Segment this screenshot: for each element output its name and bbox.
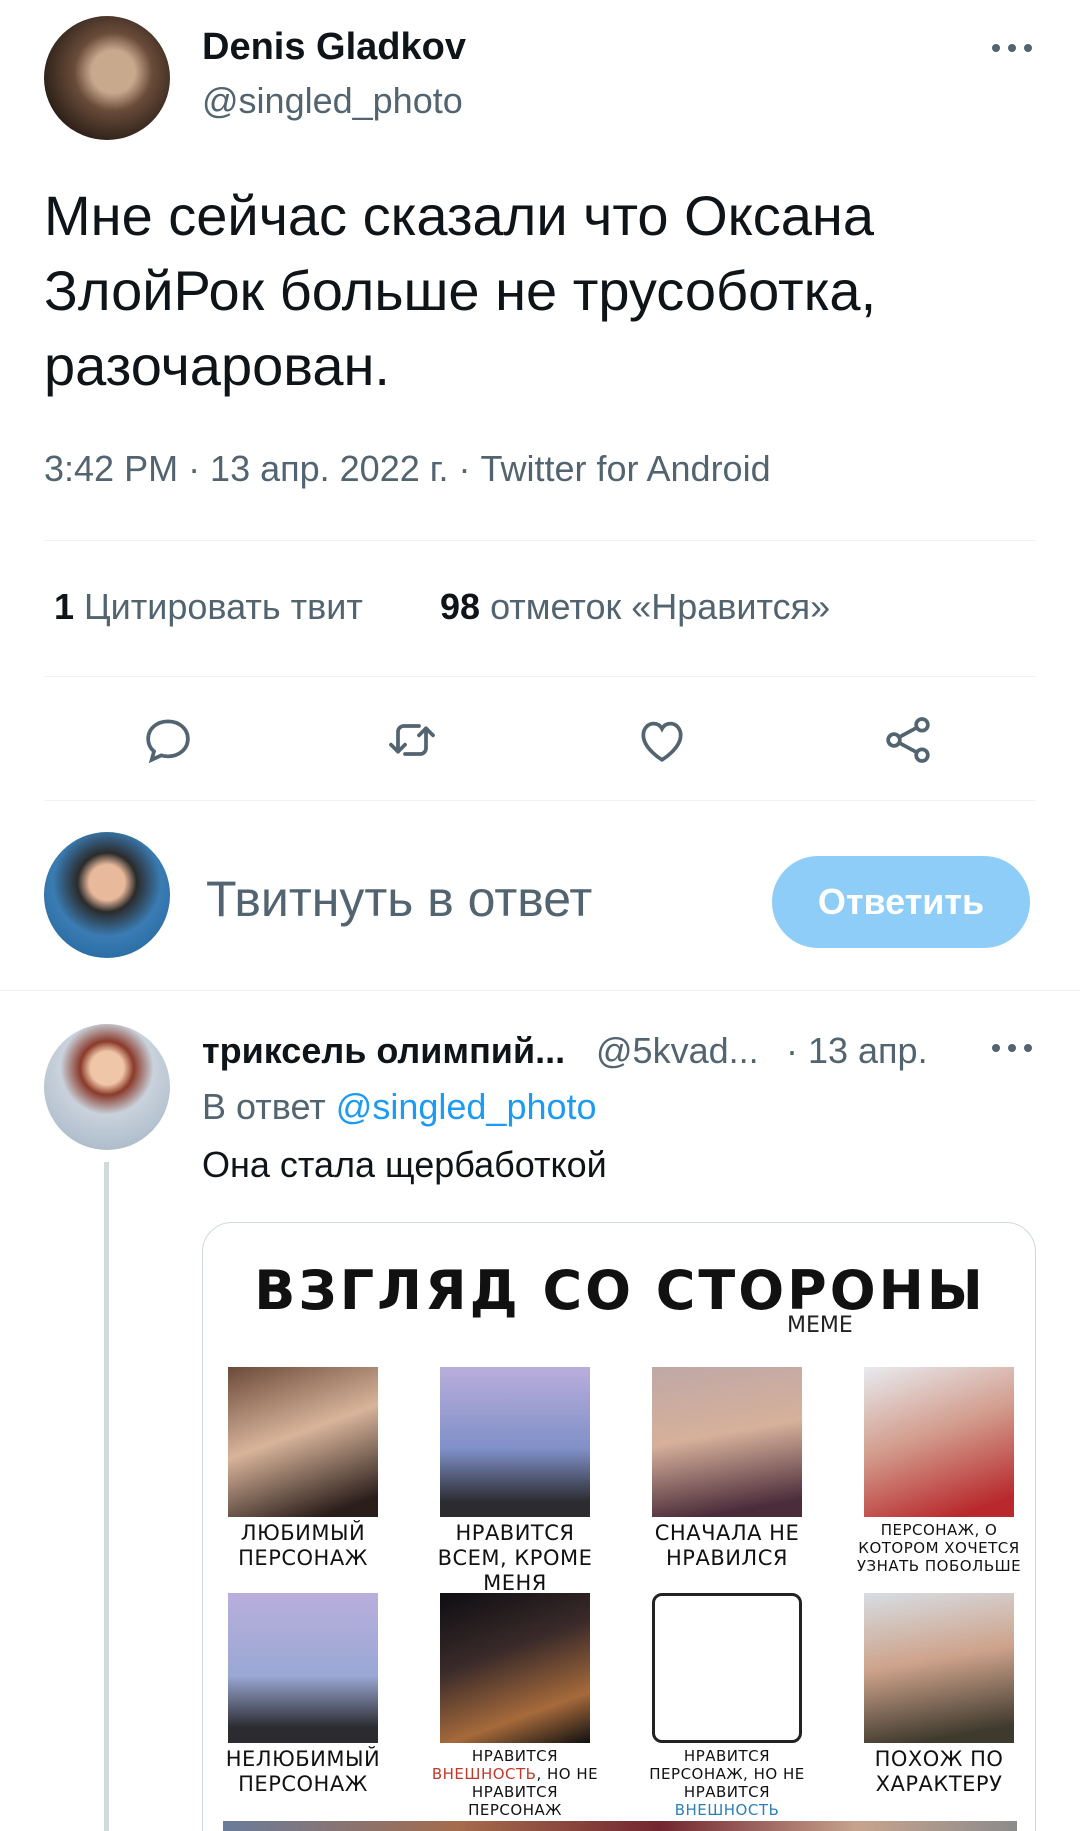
meme-photo	[228, 1367, 378, 1517]
retweet-icon[interactable]	[384, 712, 440, 768]
caption-part: НРАВИТСЯ	[471, 1747, 559, 1765]
meme-caption: СНАЧАЛА НЕ НРАВИЛСЯ	[654, 1521, 800, 1570]
meme-cell: ПЕРСОНАЖ, О КОТОРОМ ХОЧЕТСЯ УЗНАТЬ ПОБОЛ…	[849, 1367, 1029, 1575]
meme-caption: ПОХОЖ ПО ХАРАКТЕРУ	[874, 1747, 1004, 1796]
reply-icon[interactable]	[140, 712, 196, 768]
meme-caption: НРАВИТСЯ ВСЕМ, КРОМЕ МЕНЯ	[437, 1521, 593, 1595]
meme-cell: НРАВИТСЯ ВНЕШНОСТЬ, НО НЕ НРАВИТСЯ ПЕРСО…	[425, 1593, 605, 1819]
reply-author-handle[interactable]: @5kvad...	[596, 1030, 759, 1072]
meme-cell: СНАЧАЛА НЕ НРАВИЛСЯ	[637, 1367, 817, 1571]
reply-button[interactable]: Ответить	[772, 856, 1030, 948]
author-name[interactable]: Denis Gladkov	[202, 26, 466, 69]
reply-date[interactable]: · 13 апр.	[786, 1030, 928, 1072]
tweet-timestamp[interactable]: 3:42 PM · 13 апр. 2022 г. · Twitter for …	[44, 448, 771, 490]
meme-caption: ПЕРСОНАЖ, О КОТОРОМ ХОЧЕТСЯ УЗНАТЬ ПОБОЛ…	[856, 1521, 1022, 1575]
meme-caption: НРАВИТСЯ ВНЕШНОСТЬ, НО НЕ НРАВИТСЯ ПЕРСО…	[425, 1747, 605, 1819]
meme-caption: НЕЛЮБИМЫЙ ПЕРСОНАЖ	[225, 1747, 381, 1796]
meme-photo	[440, 1593, 590, 1743]
meme-cell: ПОХОЖ ПО ХАРАКТЕРУ	[849, 1593, 1029, 1797]
reply-media-image[interactable]: ВЗГЛЯД СО СТОРОНЫ MEME ЛЮБИМЫЙ ПЕРСОНАЖ …	[202, 1222, 1036, 1831]
caption-part: НРАВИТСЯ ПЕРСОНАЖ, НО НЕ НРАВИТСЯ	[649, 1747, 805, 1801]
divider	[44, 676, 1036, 677]
divider	[0, 990, 1080, 991]
meme-photo	[864, 1593, 1014, 1743]
author-avatar[interactable]	[44, 16, 170, 140]
meme-empty-slot	[652, 1593, 802, 1743]
replying-to-prefix: В ответ	[202, 1086, 326, 1127]
reply-author-name[interactable]: триксель олимпий...	[202, 1030, 565, 1072]
replying-to: В ответ @singled_photo	[202, 1086, 597, 1128]
meme-photo	[652, 1367, 802, 1517]
meme-photo	[440, 1367, 590, 1517]
meme-title: ВЗГЛЯД СО СТОРОНЫ	[254, 1259, 986, 1322]
like-icon[interactable]	[634, 712, 690, 768]
meme-cell: НРАВИТСЯ ВСЕМ, КРОМЕ МЕНЯ	[425, 1367, 605, 1596]
likes-count: 98	[440, 586, 481, 627]
share-icon[interactable]	[880, 712, 936, 768]
quotes-label: Цитировать твит	[84, 586, 363, 627]
meme-cell: НЕЛЮБИМЫЙ ПЕРСОНАЖ	[213, 1593, 393, 1797]
meme-photo	[228, 1593, 378, 1743]
reply-more-options-icon[interactable]	[992, 1044, 1032, 1054]
caption-highlight: ВНЕШНОСТЬ	[431, 1765, 537, 1783]
meme-caption: НРАВИТСЯ ПЕРСОНАЖ, НО НЕ НРАВИТСЯ ВНЕШНО…	[637, 1747, 817, 1819]
mention-link[interactable]: @singled_photo	[336, 1086, 597, 1127]
more-options-icon[interactable]	[992, 44, 1032, 54]
reply-input[interactable]: Твитнуть в ответ	[206, 870, 592, 928]
divider	[44, 540, 1036, 541]
current-user-avatar[interactable]	[44, 832, 170, 958]
meme-subtitle: MEME	[787, 1313, 853, 1338]
quotes-stat[interactable]: 1 Цитировать твит	[54, 586, 363, 628]
quotes-count: 1	[54, 586, 75, 627]
meme-cell: ЛЮБИМЫЙ ПЕРСОНАЖ	[213, 1367, 393, 1571]
meme-caption: ЛЮБИМЫЙ ПЕРСОНАЖ	[238, 1521, 368, 1570]
meme-next-row-partial	[223, 1821, 1017, 1831]
thread-line	[104, 1162, 109, 1831]
tweet-detail-page: Denis Gladkov @singled_photo Мне сейчас …	[0, 0, 1080, 1831]
meme-photo	[864, 1367, 1014, 1517]
reply-text: Она стала щербаботкой	[202, 1144, 607, 1185]
divider	[44, 800, 1036, 801]
caption-highlight: ВНЕШНОСТЬ	[674, 1801, 780, 1819]
author-handle[interactable]: @singled_photo	[202, 80, 463, 122]
reply-author-avatar[interactable]	[44, 1024, 170, 1150]
likes-label: отметок «Нравится»	[490, 586, 831, 627]
likes-stat[interactable]: 98 отметок «Нравится»	[440, 586, 830, 628]
tweet-text: Мне сейчас сказали что Оксана ЗлойРок бо…	[44, 184, 877, 397]
meme-cell: НРАВИТСЯ ПЕРСОНАЖ, НО НЕ НРАВИТСЯ ВНЕШНО…	[637, 1593, 817, 1819]
